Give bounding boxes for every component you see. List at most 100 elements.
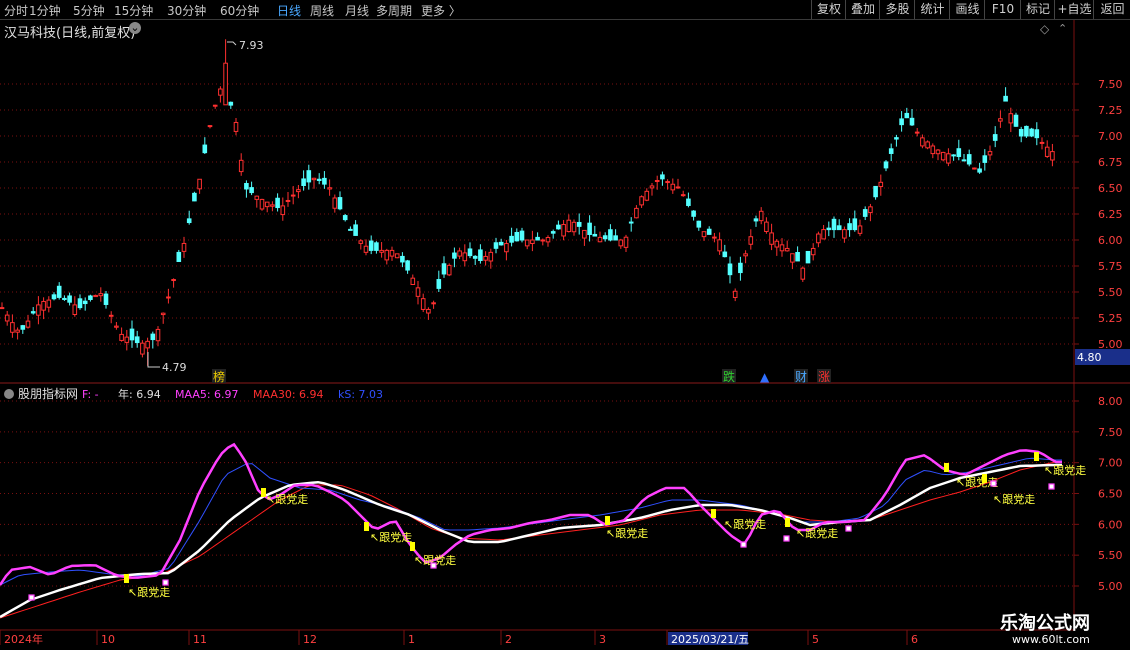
signal-dot	[430, 562, 437, 569]
candle-body	[602, 235, 608, 240]
candle-body	[233, 121, 239, 132]
date-label: 5	[812, 633, 819, 646]
candle-body	[462, 252, 468, 262]
price-tick-label: 6.75	[1098, 156, 1123, 169]
candle-body	[868, 206, 873, 214]
candle-body	[197, 178, 202, 190]
candle-body	[353, 224, 358, 236]
candle-body	[800, 267, 806, 280]
candle-body	[498, 241, 504, 246]
candle-body	[706, 228, 712, 235]
candle-body	[550, 231, 556, 234]
candle-body	[124, 336, 130, 343]
candle-body	[478, 249, 483, 261]
candle-body	[634, 207, 639, 219]
low-label: 4.79	[162, 361, 187, 374]
candle-body	[192, 192, 197, 202]
high-label: 7.93	[239, 39, 264, 52]
candle-body	[774, 240, 780, 248]
candle-body	[608, 229, 613, 241]
candle-body	[1008, 113, 1014, 124]
signal-label: ↖跟党走	[370, 531, 412, 544]
chart-canvas[interactable]: 7.50 7.25 7.00 6.75 6.50 6.25 6.00 5.75 5.50 5.25…	[0, 0, 1130, 650]
candle-body	[332, 197, 338, 209]
candle-body	[514, 232, 520, 242]
candle-body	[457, 250, 462, 257]
current-price-value: 4.80	[1077, 351, 1102, 364]
candle-body	[524, 239, 530, 247]
signal-bar	[1034, 452, 1039, 461]
candle-body	[254, 195, 260, 200]
signal-bar	[982, 474, 987, 483]
candle-body	[613, 235, 618, 241]
indicator-legend-item: 年: 6.94	[118, 387, 161, 401]
candle-body	[4, 314, 10, 322]
signal-dot	[740, 541, 747, 548]
candle-body	[374, 242, 379, 251]
candle-body	[316, 178, 322, 182]
signal-dot	[162, 579, 169, 586]
signal-bar	[124, 574, 129, 583]
candle-body	[1018, 128, 1024, 137]
candle-body	[420, 298, 426, 310]
indicator-tick-label: 8.00	[1098, 395, 1123, 408]
indicator-tick-label: 5.50	[1098, 549, 1123, 562]
indicator-legend-item: F: -	[82, 388, 99, 401]
candle-body	[717, 239, 722, 252]
candle-body	[836, 225, 842, 231]
candle-body	[134, 336, 140, 344]
chevron-up-icon[interactable]: ⌃	[1058, 22, 1067, 35]
chevron-down-icon[interactable]: ⌄	[129, 22, 141, 34]
candle-body	[732, 290, 738, 298]
candle-body	[940, 151, 946, 161]
candle-body	[114, 325, 119, 328]
candle-body	[405, 260, 410, 271]
candle-body	[51, 294, 57, 300]
date-label: 2	[505, 633, 512, 646]
candle-body	[410, 277, 416, 286]
candle-body	[686, 198, 691, 206]
candle-body	[899, 118, 904, 126]
ks-line	[0, 457, 1062, 586]
candle-body	[738, 262, 743, 274]
candle-body	[103, 293, 109, 305]
indicator-legend-item: MAA30: 6.94	[253, 388, 324, 401]
indicator-tick-label: 6.00	[1098, 518, 1123, 531]
candle-body	[488, 251, 494, 262]
candle-body	[810, 247, 816, 256]
signal-bar	[711, 509, 716, 518]
candle-body	[400, 255, 405, 263]
candle-body	[426, 308, 431, 314]
signal-dot	[783, 535, 790, 542]
candle-body	[826, 227, 832, 231]
candle-body	[238, 159, 244, 173]
candle-body	[946, 153, 951, 164]
candle-body	[566, 219, 572, 233]
candle-body	[925, 141, 930, 149]
candle-body	[956, 148, 962, 157]
candle-body	[930, 145, 936, 155]
candle-body	[670, 183, 676, 191]
candle-body	[10, 322, 15, 333]
candle-body	[722, 251, 728, 258]
candle-body	[592, 233, 598, 237]
date-label: 10	[101, 633, 115, 646]
watermark-title: 乐淘公式网	[1000, 613, 1090, 634]
candle-body	[998, 118, 1003, 122]
candle-body	[587, 222, 592, 235]
candle-body	[301, 178, 306, 187]
candle-body	[467, 248, 473, 257]
candle-body	[244, 183, 249, 190]
candle-body	[140, 342, 145, 355]
price-tick-label: 6.50	[1098, 182, 1123, 195]
candle-body	[987, 151, 993, 156]
candle-body	[680, 194, 686, 197]
candle-body	[701, 231, 707, 238]
candle-body	[218, 88, 223, 96]
diamond-icon[interactable]: ◇	[1040, 22, 1049, 36]
candle-body	[966, 154, 972, 165]
candle-body	[1050, 151, 1055, 161]
signal-label: ↖跟党走	[724, 518, 766, 531]
candle-body	[431, 302, 436, 305]
candle-body	[545, 237, 551, 243]
